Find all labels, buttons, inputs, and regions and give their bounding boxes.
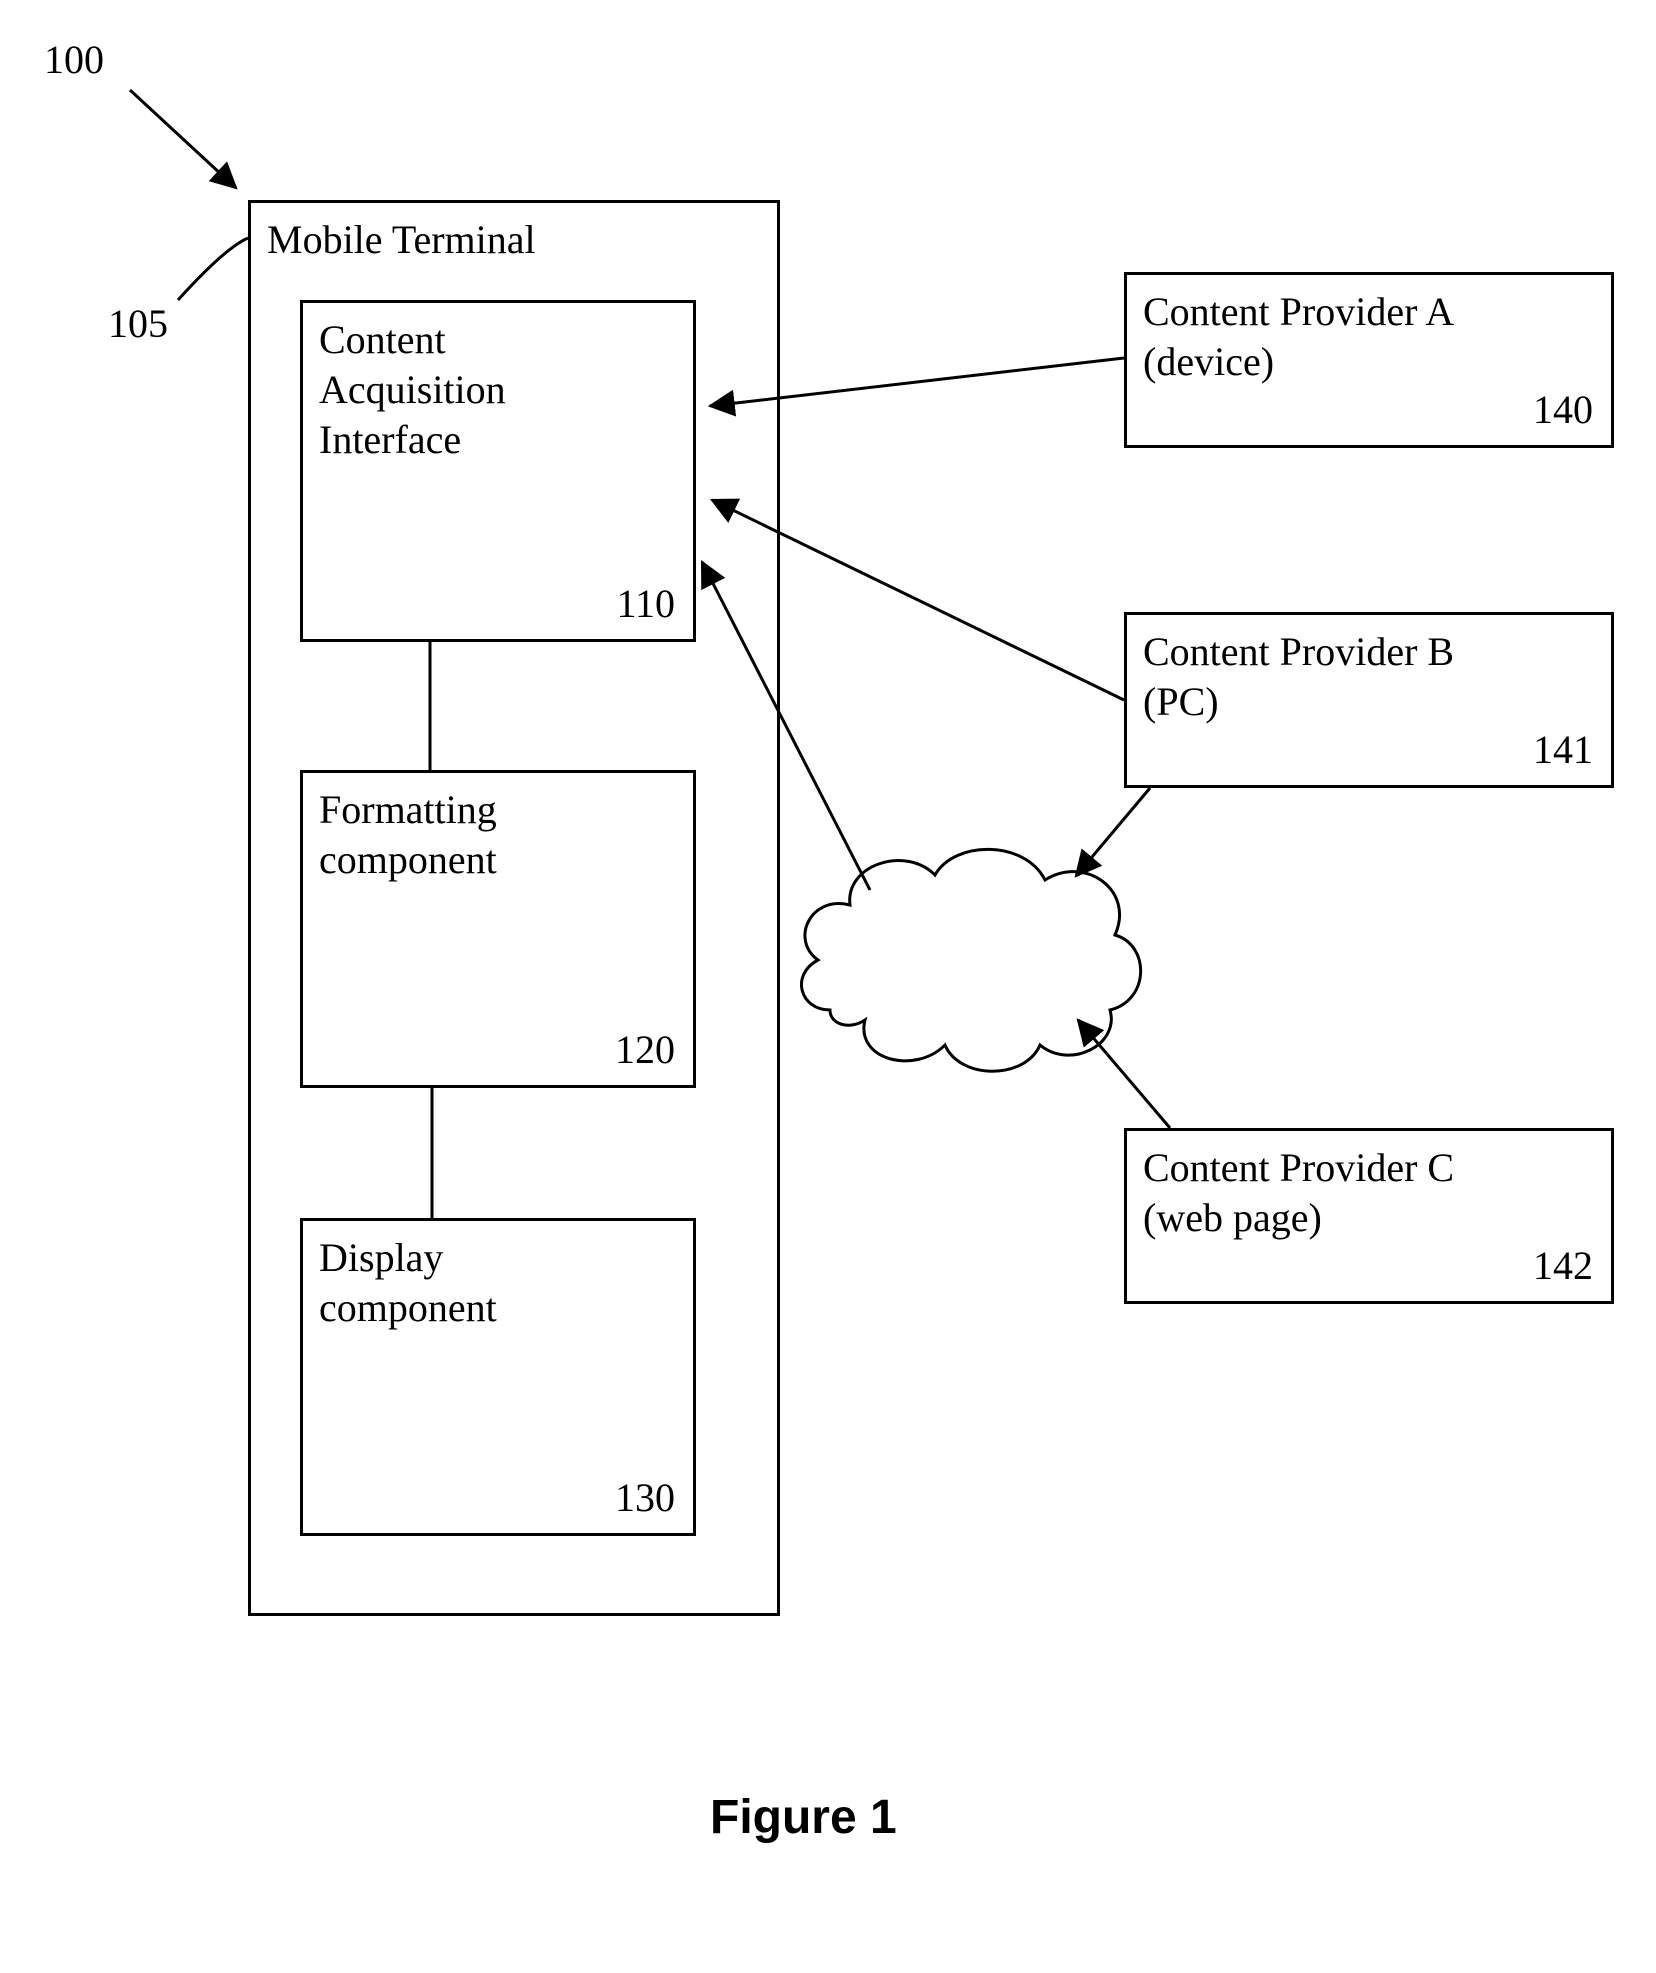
provider-b-title: Content Provider B (PC) [1143, 627, 1454, 727]
display-title: Display component [319, 1233, 497, 1333]
formatting-component-box: Formatting component 120 [300, 770, 696, 1088]
display-ref: 130 [615, 1474, 675, 1521]
mobile-terminal-title: Mobile Terminal [267, 215, 536, 265]
ref-mobile-terminal: 105 [108, 300, 168, 347]
provider-b-ref: 141 [1533, 726, 1593, 773]
cai-title: Content Acquisition Interface [319, 315, 506, 465]
provider-c-title: Content Provider C (web page) [1143, 1143, 1454, 1243]
ref-overall: 100 [44, 36, 104, 83]
display-component-box: Display component 130 [300, 1218, 696, 1536]
provider-a-ref: 140 [1533, 386, 1593, 433]
provider-a-title: Content Provider A (device) [1143, 287, 1454, 387]
diagram-canvas: 100 Mobile Terminal 105 Content Acquisit… [0, 0, 1656, 1973]
content-provider-a-box: Content Provider A (device) 140 [1124, 272, 1614, 448]
internet-cloud-label: Internet [904, 906, 1028, 953]
formatting-ref: 120 [615, 1026, 675, 1073]
formatting-title: Formatting component [319, 785, 497, 885]
provider-c-ref: 142 [1533, 1242, 1593, 1289]
content-provider-b-box: Content Provider B (PC) 141 [1124, 612, 1614, 788]
internet-cloud-icon [801, 849, 1140, 1071]
content-acquisition-interface-box: Content Acquisition Interface 110 [300, 300, 696, 642]
figure-caption: Figure 1 [710, 1790, 897, 1845]
cai-ref: 110 [616, 580, 675, 627]
content-provider-c-box: Content Provider C (web page) 142 [1124, 1128, 1614, 1304]
